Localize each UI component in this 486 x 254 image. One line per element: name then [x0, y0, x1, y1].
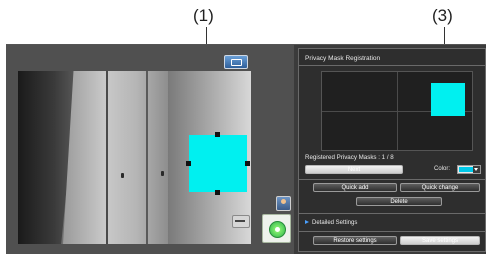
video-door-edge — [106, 71, 108, 244]
video-door-edge — [146, 71, 148, 244]
delete-button[interactable]: Delete — [356, 197, 442, 206]
quick-change-button[interactable]: Quick change — [400, 183, 480, 192]
color-label: Color: — [434, 166, 451, 172]
divider — [299, 179, 485, 180]
next-button[interactable]: Next — [305, 165, 403, 174]
pan-tilt-button[interactable] — [262, 214, 291, 243]
resize-handle-right[interactable] — [245, 161, 250, 166]
display-mode-icon[interactable] — [224, 55, 248, 69]
video-door-handle — [161, 171, 164, 176]
quick-add-button[interactable]: Quick add — [313, 183, 397, 192]
card-icon[interactable] — [232, 215, 250, 228]
registered-masks-count: Registered Privacy Masks : 1 / 8 — [305, 154, 394, 161]
color-swatch — [459, 167, 473, 172]
restore-settings-button[interactable]: Restore settings — [313, 236, 397, 245]
resize-handle-left[interactable] — [186, 161, 191, 166]
video-door — [63, 71, 168, 244]
preview-mask — [431, 83, 465, 116]
person-icon[interactable] — [276, 196, 291, 211]
divider — [299, 213, 485, 214]
panel-title: Privacy Mask Registration — [305, 55, 381, 62]
callout-3: (3) — [432, 6, 453, 25]
pan-tilt-icon — [269, 221, 286, 238]
color-select[interactable] — [457, 165, 481, 174]
dropdown-arrow-icon — [473, 166, 480, 173]
mask-preview[interactable] — [321, 71, 473, 151]
resize-handle-bottom[interactable] — [215, 190, 220, 195]
callout-1: (1) — [193, 6, 214, 25]
expand-triangle-icon — [305, 220, 309, 225]
save-settings-button[interactable]: Save settings — [400, 236, 480, 245]
detailed-settings-label: Detailed Settings — [312, 220, 358, 226]
camera-app-window: Privacy Mask Registration Registered Pri… — [6, 44, 486, 254]
video-panel — [6, 45, 294, 254]
privacy-mask-panel: Privacy Mask Registration Registered Pri… — [298, 48, 486, 252]
divider — [299, 231, 485, 232]
resize-handle-top[interactable] — [215, 132, 220, 137]
detailed-settings-toggle[interactable]: Detailed Settings — [305, 220, 357, 226]
divider — [299, 65, 485, 66]
video-door-handle — [121, 173, 124, 178]
privacy-mask-area[interactable] — [186, 132, 250, 195]
